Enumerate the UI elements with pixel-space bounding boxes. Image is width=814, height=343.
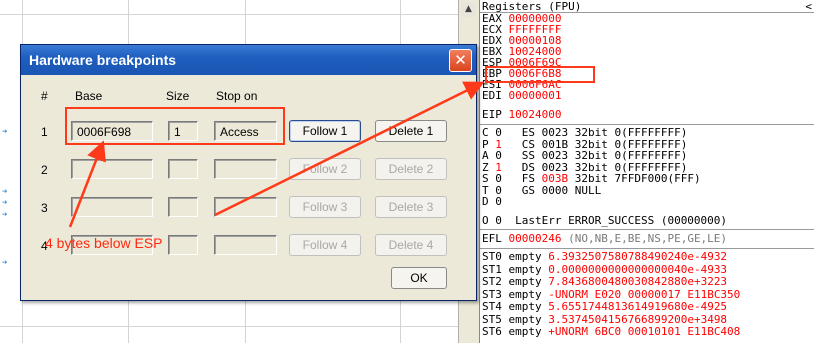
row-number: 2 xyxy=(41,163,48,177)
annotation-box xyxy=(485,66,595,83)
ok-button[interactable]: OK xyxy=(391,267,447,289)
column-header-stop-on: Stop on xyxy=(216,89,258,103)
follow-button: Follow 4 xyxy=(289,234,361,256)
delete-button[interactable]: Delete 1 xyxy=(375,120,447,142)
jump-arrow-icon: ➔ xyxy=(2,198,8,208)
fpu-line: ST5 empty 3.5374504156766899200e+3498 xyxy=(482,312,727,326)
register-name: ST4 xyxy=(482,300,502,313)
jump-arrow-icon: ➔ xyxy=(2,258,8,268)
title-bar[interactable]: Hardware breakpoints ✕ xyxy=(21,45,476,75)
delete-button: Delete 3 xyxy=(375,196,447,218)
stop-on-field[interactable] xyxy=(214,197,277,217)
registers-title: Registers (FPU) xyxy=(482,0,582,13)
register-name: ST1 xyxy=(482,262,502,276)
segment-base: 7FFDF000(FFF) xyxy=(614,172,701,185)
hardware-breakpoints-dialog: Hardware breakpoints ✕ # Base Size Stop … xyxy=(20,44,477,301)
register-name: EFL xyxy=(482,232,502,245)
annotation-box xyxy=(65,107,285,145)
size-field[interactable] xyxy=(168,235,198,255)
separator xyxy=(480,229,814,230)
fpu-value[interactable]: +UNORM 6BC0 00010101 E11BC408 xyxy=(548,325,740,338)
register-name: ST6 xyxy=(482,325,502,338)
stop-on-field[interactable] xyxy=(214,159,277,179)
registers-panel: Registers (FPU) < EAX 00000000 ECX FFFFFF… xyxy=(479,0,814,343)
annotation-text: 4 bytes below ESP xyxy=(45,235,163,251)
base-field[interactable] xyxy=(71,159,153,179)
size-field[interactable] xyxy=(168,197,198,217)
column-header-size: Size xyxy=(166,89,190,103)
delete-button: Delete 2 xyxy=(375,158,447,180)
segment-bits: NULL xyxy=(574,183,602,197)
fpu-state: empty xyxy=(508,300,542,313)
follow-button: Follow 2 xyxy=(289,158,361,180)
follow-button[interactable]: Follow 1 xyxy=(289,120,361,142)
register-name: ST2 xyxy=(482,275,502,288)
jump-arrow-icon: ➔ xyxy=(2,187,8,197)
fpu-state: empty xyxy=(508,287,542,301)
size-field[interactable] xyxy=(168,159,198,179)
efl-register: EFL 00000246 (NO,NB,E,BE,NS,PE,GE,LE) xyxy=(482,232,728,245)
flag-line: C 0 ES 0023 32bit 0(FFFFFFFF) xyxy=(482,127,694,138)
efl-detail: (NO,NB,E,BE,NS,PE,GE,LE) xyxy=(568,232,728,245)
lasterr-line: O 0 LastErr ERROR_SUCCESS (00000000) xyxy=(482,214,728,227)
register-value[interactable]: 00000246 xyxy=(509,232,562,245)
stop-on-field[interactable] xyxy=(214,235,277,255)
dialog-title: Hardware breakpoints xyxy=(29,52,177,68)
fpu-line: ST6 empty +UNORM 6BC0 00010101 E11BC408 xyxy=(482,325,740,338)
fpu-line: ST4 empty 5.6551744813614919680e-4925 xyxy=(482,300,727,313)
lasterr-text: LastErr ERROR_SUCCESS (00000000) xyxy=(515,214,728,227)
register-value[interactable]: 00000001 xyxy=(509,89,562,102)
row-number: 1 xyxy=(41,125,48,139)
fpu-line: ST2 empty 7.8436800480030842880e+3223 xyxy=(482,275,727,288)
row-number: 3 xyxy=(41,201,48,215)
base-field[interactable] xyxy=(71,197,153,217)
grid-line xyxy=(0,14,458,15)
flag-value: 0 xyxy=(495,195,502,208)
fpu-value[interactable]: 7.8436800480030842880e+3223 xyxy=(548,275,727,288)
jump-arrow-icon: ➔ xyxy=(2,127,8,137)
fpu-line: ST3 empty -UNORM E020 00000017 E11BC350 xyxy=(482,287,740,301)
fpu-value[interactable]: 3.5374504156766899200e+3498 xyxy=(548,313,727,326)
flag-line: S 0 FS 003B 32bit 7FFDF000(FFF) xyxy=(482,172,707,185)
column-header-num: # xyxy=(41,89,48,103)
fpu-line: ST1 empty 0.0000000000000000040e-4933 xyxy=(482,262,727,276)
register-name: ST3 xyxy=(482,287,502,301)
flag-line: T 0 GS 0000 NULL xyxy=(482,183,615,197)
fpu-state: empty xyxy=(508,250,542,263)
register-value[interactable]: 10024000 xyxy=(509,108,562,121)
flag-value: 0 xyxy=(495,214,502,227)
separator xyxy=(480,124,814,125)
fpu-state: empty xyxy=(508,312,542,326)
jump-arrow-icon: ➔ xyxy=(2,210,8,220)
fpu-state: empty xyxy=(508,262,542,276)
close-icon[interactable]: ✕ xyxy=(449,49,472,72)
register-name: ST5 xyxy=(482,312,502,326)
fpu-value[interactable]: -UNORM E020 00000017 E11BC350 xyxy=(548,288,740,301)
fpu-line: ST0 empty 6.3932507580788490240e-4932 xyxy=(482,250,727,263)
fpu-state: empty xyxy=(508,325,542,338)
fpu-value[interactable]: 0.0000000000000000040e-4933 xyxy=(548,263,727,276)
fpu-value[interactable]: 5.6551744813614919680e-4925 xyxy=(548,300,727,313)
fpu-state: empty xyxy=(508,275,542,288)
register-name: EIP xyxy=(482,108,502,121)
grid-line xyxy=(0,326,458,327)
flag-name: O xyxy=(482,214,489,227)
register-name: EDI xyxy=(482,89,502,102)
separator xyxy=(480,248,814,249)
delete-button: Delete 4 xyxy=(375,234,447,256)
register-line: EDI 00000001 xyxy=(482,89,562,102)
flag-line: P 1 CS 001B 32bit 0(FFFFFFFF) xyxy=(482,139,694,150)
flag-name: D xyxy=(482,195,489,208)
flag-line: A 0 SS 0023 32bit 0(FFFFFFFF) xyxy=(482,150,694,161)
flag-line: Z 1 DS 0023 32bit 0(FFFFFFFF) xyxy=(482,162,694,173)
column-header-base: Base xyxy=(75,89,103,103)
fpu-value[interactable]: 6.3932507580788490240e-4932 xyxy=(548,250,727,263)
follow-button: Follow 3 xyxy=(289,196,361,218)
flag-line: D 0 xyxy=(482,195,548,208)
eip-register: EIP 10024000 xyxy=(482,108,562,121)
register-name: ST0 xyxy=(482,250,502,263)
scroll-up-icon[interactable]: ▲ xyxy=(461,2,476,17)
